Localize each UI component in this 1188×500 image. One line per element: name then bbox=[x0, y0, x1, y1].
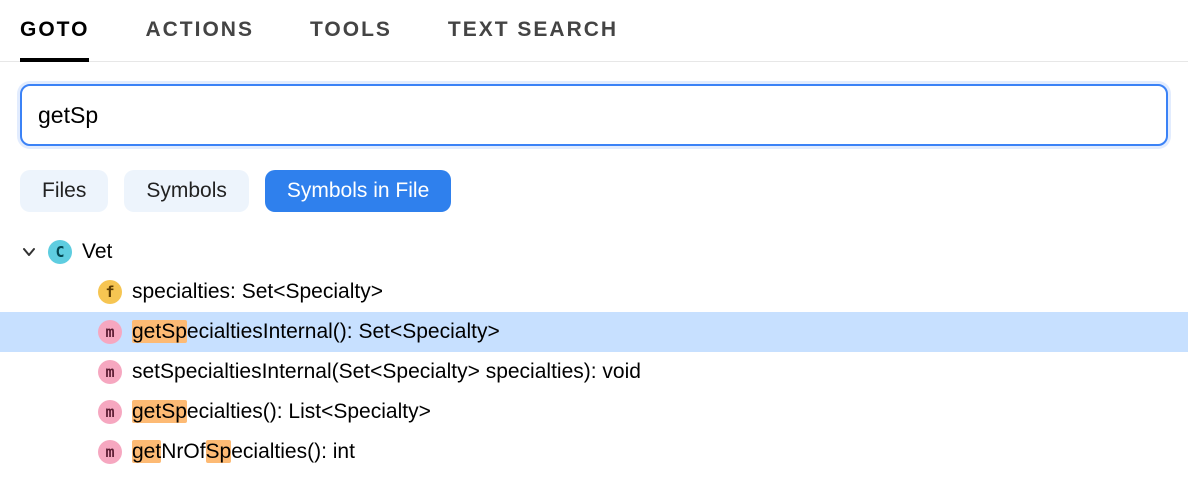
symbol-label: setSpecialtiesInternal(Set<Specialty> sp… bbox=[132, 360, 641, 384]
method-icon: m bbox=[98, 360, 122, 384]
search-container bbox=[0, 62, 1188, 146]
results-tree: C Vet f specialties: Set<Specialty> m ge… bbox=[0, 222, 1188, 472]
tree-child-row[interactable]: f specialties: Set<Specialty> bbox=[0, 272, 1188, 312]
symbol-label: specialties: Set<Specialty> bbox=[132, 280, 383, 304]
tree-root-row[interactable]: C Vet bbox=[0, 232, 1188, 272]
chevron-down-icon[interactable] bbox=[20, 243, 38, 261]
filter-bar: Files Symbols Symbols in File bbox=[0, 146, 1188, 222]
tree-child-row[interactable]: m getSpecialties(): List<Specialty> bbox=[0, 392, 1188, 432]
filter-symbols-in-file[interactable]: Symbols in File bbox=[265, 170, 451, 212]
search-input[interactable] bbox=[20, 84, 1168, 146]
tree-child-row[interactable]: m getNrOfSpecialties(): int bbox=[0, 432, 1188, 472]
tab-tools[interactable]: TOOLS bbox=[310, 18, 392, 62]
method-icon: m bbox=[98, 320, 122, 344]
tree-child-row[interactable]: m setSpecialtiesInternal(Set<Specialty> … bbox=[0, 352, 1188, 392]
tab-text-search[interactable]: TEXT SEARCH bbox=[448, 18, 618, 62]
tab-actions[interactable]: ACTIONS bbox=[145, 18, 254, 62]
tab-goto[interactable]: GOTO bbox=[20, 18, 89, 62]
tree-child-row[interactable]: m getSpecialtiesInternal(): Set<Specialt… bbox=[0, 312, 1188, 352]
field-icon: f bbox=[98, 280, 122, 304]
method-icon: m bbox=[98, 400, 122, 424]
filter-symbols[interactable]: Symbols bbox=[124, 170, 249, 212]
symbol-label: getSpecialties(): List<Specialty> bbox=[132, 400, 431, 424]
method-icon: m bbox=[98, 440, 122, 464]
symbol-label: Vet bbox=[82, 240, 112, 264]
symbol-label: getSpecialtiesInternal(): Set<Specialty> bbox=[132, 320, 500, 344]
class-icon: C bbox=[48, 240, 72, 264]
filter-files[interactable]: Files bbox=[20, 170, 108, 212]
tab-bar: GOTO ACTIONS TOOLS TEXT SEARCH bbox=[0, 0, 1188, 62]
symbol-label: getNrOfSpecialties(): int bbox=[132, 440, 355, 464]
